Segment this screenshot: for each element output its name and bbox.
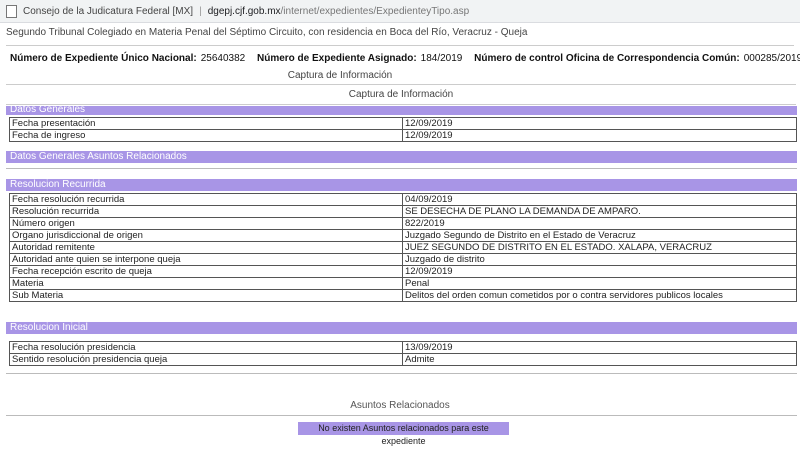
control-value: 000285/2019 — [743, 53, 800, 64]
table-row: Fecha resolución presidencia 13/09/2019 — [9, 341, 797, 354]
url-path[interactable]: /internet/expedientes/ExpedienteyTipo.as… — [281, 6, 470, 17]
separator: | — [199, 5, 202, 17]
table-row: Sub Materia Delitos del orden comun comet… — [9, 289, 797, 302]
resolucion-recurrida-table: Fecha resolución recurrida 04/09/2019 Reso… — [9, 193, 797, 302]
section-resolucion-recurrida: Resolucion Recurrida — [6, 179, 797, 191]
row-label: Fecha resolución presidencia — [9, 341, 403, 354]
row-value: JUEZ SEGUNDO DE DISTRITO EN EL ESTADO. X… — [402, 241, 797, 254]
expediente-ids: Número de Expediente Único Nacional: 2564… — [0, 46, 800, 65]
asuntos-title: Asuntos Relacionados — [350, 400, 450, 411]
resolucion-inicial-table: Fecha resolución presidencia 13/09/2019 Se… — [9, 341, 797, 366]
captura-label-1: Captura de Información — [287, 70, 393, 81]
control-label: Número de control Oficina de Corresponde… — [474, 53, 740, 64]
divider — [6, 415, 797, 416]
row-label: Autoridad ante quien se interpone queja — [9, 253, 403, 266]
divider — [6, 168, 797, 169]
row-value: Delitos del orden comun cometidos por o … — [402, 289, 797, 302]
section-resolucion-inicial: Resolucion Inicial — [6, 322, 797, 334]
table-row: Autoridad remitente JUEZ SEGUNDO DE DISTR… — [9, 241, 797, 254]
row-value: 04/09/2019 — [402, 193, 797, 206]
row-label: Organo jurisdiccional de origen — [9, 229, 403, 242]
asignado-label: Número de Expediente Asignado: — [257, 53, 417, 64]
no-asuntos-message: No existen Asuntos relacionados para est… — [298, 422, 509, 446]
nun-label: Número de Expediente Único Nacional: — [10, 53, 197, 64]
row-value: Juzgado de distrito — [402, 253, 797, 266]
table-row: Fecha resolución recurrida 04/09/2019 — [9, 193, 797, 206]
row-value: 12/09/2019 — [402, 129, 797, 142]
nun-value: 25640382 — [200, 53, 246, 64]
row-value: Admite — [402, 353, 797, 366]
row-label: Fecha presentación — [9, 117, 403, 130]
row-value: 12/09/2019 — [402, 265, 797, 278]
table-row: Autoridad ante quien se interpone queja J… — [9, 253, 797, 266]
address-bar[interactable]: Consejo de la Judicatura Federal [MX] | … — [0, 0, 800, 23]
table-row: Resolución recurrida SE DESECHA DE PLANO … — [9, 205, 797, 218]
court-line: Segundo Tribunal Colegiado en Materia Pe… — [6, 27, 528, 38]
asignado-value: 184/2019 — [420, 53, 463, 64]
divider — [6, 373, 797, 374]
section-datos-relacionados: Datos Generales Asuntos Relacionados — [6, 151, 797, 163]
row-label: Número origen — [9, 217, 403, 230]
table-row: Número origen 822/2019 — [9, 217, 797, 230]
row-value: Penal — [402, 277, 797, 290]
row-label: Sub Materia — [9, 289, 403, 302]
tab-title: Consejo de la Judicatura Federal [MX] — [23, 5, 194, 17]
row-label: Resolución recurrida — [9, 205, 403, 218]
table-row: Fecha de ingreso 12/09/2019 — [9, 129, 797, 142]
page-icon — [6, 4, 17, 18]
table-row: Organo jurisdiccional de origen Juzgado S… — [9, 229, 797, 242]
row-label: Fecha recepción escrito de queja — [9, 265, 403, 278]
row-value: 822/2019 — [402, 217, 797, 230]
row-value: 13/09/2019 — [402, 341, 797, 354]
section-datos-generales: Datos Generales — [6, 106, 797, 115]
row-label: Sentido resolución presidencia queja — [9, 353, 403, 366]
row-value: Juzgado Segundo de Distrito en el Estado… — [402, 229, 797, 242]
row-label: Fecha de ingreso — [9, 129, 403, 142]
row-value: 12/09/2019 — [402, 117, 797, 130]
table-row: Fecha presentación 12/09/2019 — [9, 117, 797, 130]
datos-generales-table: Fecha presentación 12/09/2019 Fecha de ing… — [9, 117, 797, 142]
row-value: SE DESECHA DE PLANO LA DEMANDA DE AMPARO… — [402, 205, 797, 218]
table-row: Fecha recepción escrito de queja 12/09/20… — [9, 265, 797, 278]
table-row: Sentido resolución presidencia queja Admi… — [9, 353, 797, 366]
row-label: Autoridad remitente — [9, 241, 403, 254]
table-row: Materia Penal — [9, 277, 797, 290]
url-host[interactable]: dgepj.cjf.gob.mx — [208, 6, 281, 17]
row-label: Materia — [9, 277, 403, 290]
captura-label-2: Captura de Información — [6, 84, 796, 105]
row-label: Fecha resolución recurrida — [9, 193, 403, 206]
